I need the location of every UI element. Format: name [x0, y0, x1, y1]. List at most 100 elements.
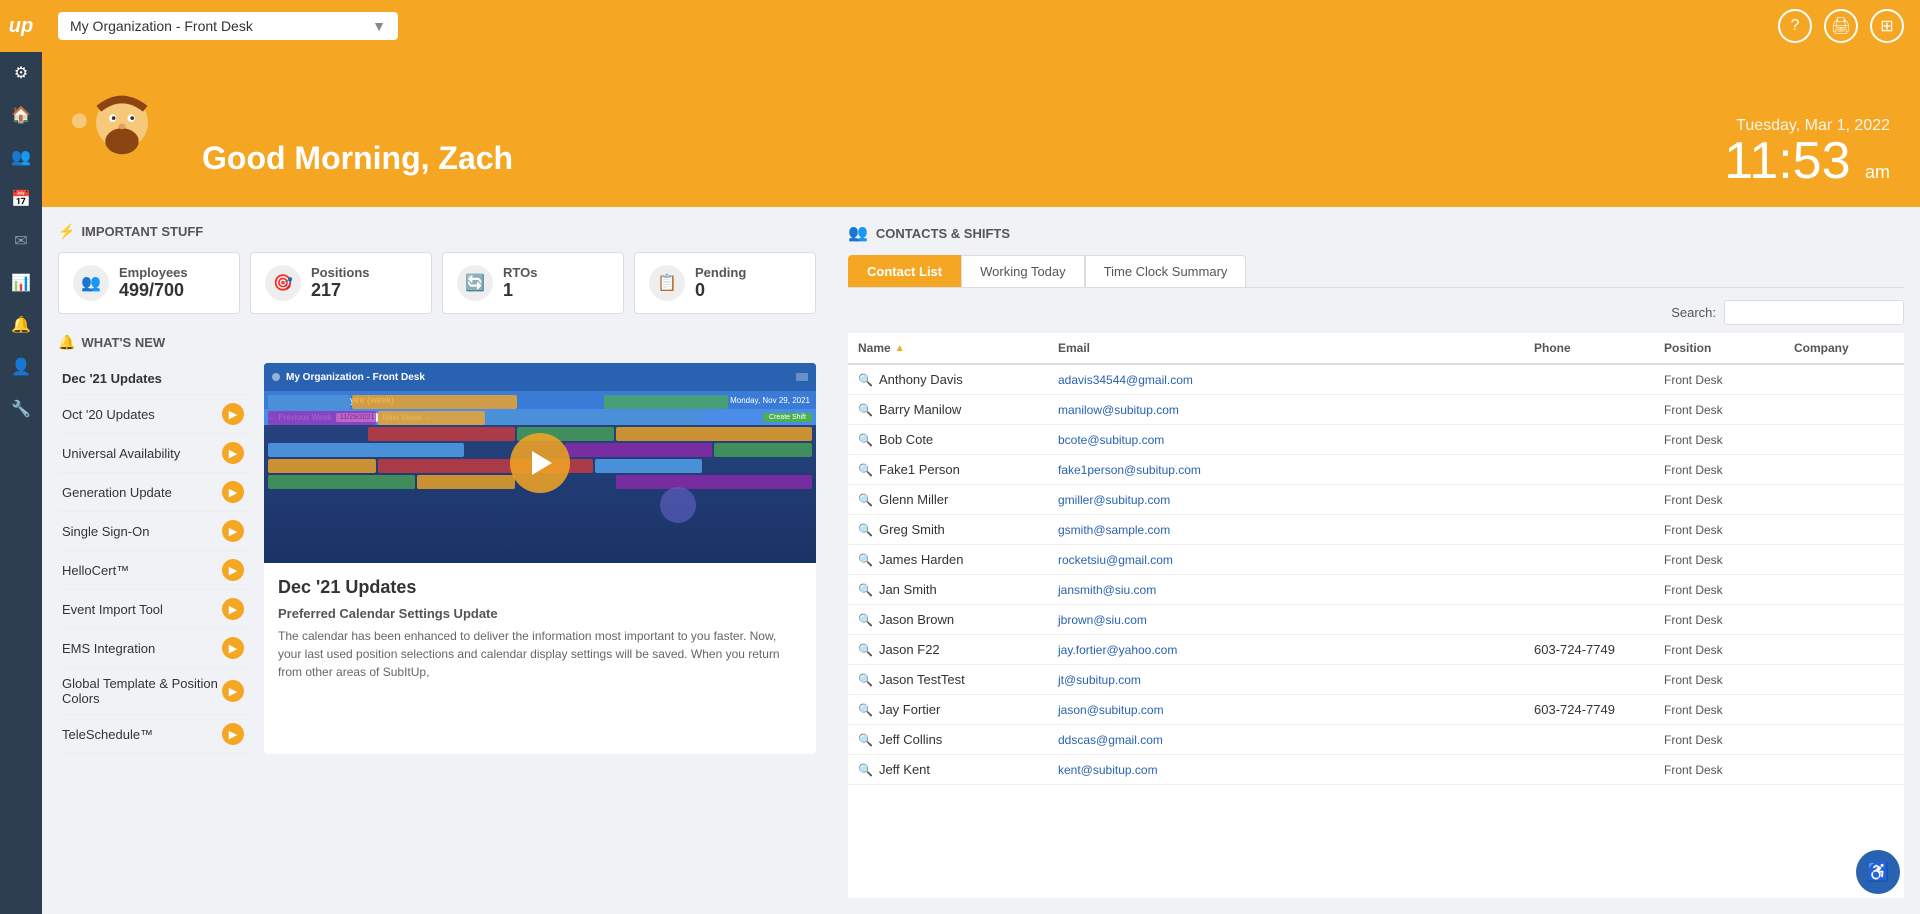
cell-email[interactable]: jansmith@siu.com: [1048, 575, 1524, 604]
sidebar-item-profile[interactable]: 👤: [0, 346, 42, 388]
table-row[interactable]: 🔍 Bob Cote bcote@subitup.com Front Desk: [848, 425, 1904, 455]
cell-name: 🔍 Jay Fortier: [848, 695, 1048, 724]
tab-working-today[interactable]: Working Today: [961, 255, 1085, 287]
cell-email[interactable]: jt@subitup.com: [1048, 665, 1524, 694]
cell-company: [1784, 425, 1904, 454]
news-video[interactable]: My Organization - Front Desk Calendar: B…: [264, 363, 816, 563]
accessibility-icon: ♿: [1867, 862, 1889, 883]
play-button[interactable]: [510, 433, 570, 493]
news-item-oct20[interactable]: Oct '20 Updates ▶: [58, 395, 248, 434]
left-panel: ⚡ IMPORTANT STUFF 👥 Employees 499/700 🎯 …: [42, 207, 832, 914]
question-icon: ?: [1791, 17, 1800, 35]
sidebar-item-tools[interactable]: 🔧: [0, 388, 42, 430]
main-content: My Organization - Front Desk ▼ ? 🖨 ⊞: [42, 0, 1920, 914]
table-row[interactable]: 🔍 James Harden rocketsiu@gmail.com Front…: [848, 545, 1904, 575]
cell-email[interactable]: manilow@subitup.com: [1048, 395, 1524, 424]
tab-time-clock[interactable]: Time Clock Summary: [1085, 255, 1247, 287]
cell-email[interactable]: gsmith@sample.com: [1048, 515, 1524, 544]
table-row[interactable]: 🔍 Jason Brown jbrown@siu.com Front Desk: [848, 605, 1904, 635]
table-row[interactable]: 🔍 Greg Smith gsmith@sample.com Front Des…: [848, 515, 1904, 545]
news-content-body: The calendar has been enhanced to delive…: [278, 627, 802, 681]
cell-name: 🔍 Jeff Collins: [848, 725, 1048, 754]
search-icon: 🔍: [858, 673, 873, 687]
news-item-hellocert[interactable]: HelloCert™ ▶: [58, 551, 248, 590]
table-row[interactable]: 🔍 Anthony Davis adavis34544@gmail.com Fr…: [848, 365, 1904, 395]
cell-company: [1784, 485, 1904, 514]
table-row[interactable]: 🔍 Fake1 Person fake1person@subitup.com F…: [848, 455, 1904, 485]
sidebar-item-home[interactable]: 🏠: [0, 94, 42, 136]
stat-pending[interactable]: 📋 Pending 0: [634, 252, 816, 314]
table-body: 🔍 Anthony Davis adavis34544@gmail.com Fr…: [848, 365, 1904, 898]
stat-employees[interactable]: 👥 Employees 499/700: [58, 252, 240, 314]
news-item-generation-update[interactable]: Generation Update ▶: [58, 473, 248, 512]
col-company[interactable]: Company: [1784, 333, 1904, 363]
cell-email[interactable]: rocketsiu@gmail.com: [1048, 545, 1524, 574]
col-phone[interactable]: Phone: [1524, 333, 1654, 363]
search-label: Search:: [1671, 305, 1716, 320]
accessibility-button[interactable]: ♿: [1856, 850, 1900, 894]
cell-position: Front Desk: [1654, 755, 1784, 784]
table-row[interactable]: 🔍 Jeff Kent kent@subitup.com Front Desk: [848, 755, 1904, 785]
search-icon: 🔍: [858, 403, 873, 417]
cell-email[interactable]: jason@subitup.com: [1048, 695, 1524, 724]
news-item-teleschedule[interactable]: TeleSchedule™ ▶: [58, 715, 248, 754]
sidebar-item-users[interactable]: 👥: [0, 136, 42, 178]
sidebar-item-messages[interactable]: ✉: [0, 220, 42, 262]
cell-name: 🔍 Jan Smith: [848, 575, 1048, 604]
rtos-icon: 🔄: [457, 265, 493, 301]
cell-name: 🔍 Jason F22: [848, 635, 1048, 664]
org-selector[interactable]: My Organization - Front Desk ▼: [58, 12, 398, 40]
print-button[interactable]: 🖨: [1824, 9, 1858, 43]
col-email[interactable]: Email: [1048, 333, 1524, 363]
help-button[interactable]: ?: [1778, 9, 1812, 43]
cell-company: [1784, 545, 1904, 574]
sidebar-item-notifications[interactable]: 🔔: [0, 304, 42, 346]
contacts-icon: 👥: [848, 223, 868, 243]
cell-phone: 603-724-7749: [1524, 635, 1654, 664]
news-item-sso[interactable]: Single Sign-On ▶: [58, 512, 248, 551]
table-row[interactable]: 🔍 Jason TestTest jt@subitup.com Front De…: [848, 665, 1904, 695]
sidebar-item-reports[interactable]: 📊: [0, 262, 42, 304]
news-item-global-template[interactable]: Global Template & Position Colors ▶: [58, 668, 248, 715]
sidebar-item-calendar[interactable]: 📅: [0, 178, 42, 220]
table-row[interactable]: 🔍 Jay Fortier jason@subitup.com 603-724-…: [848, 695, 1904, 725]
table-row[interactable]: 🔍 Jeff Collins ddscas@gmail.com Front De…: [848, 725, 1904, 755]
news-item-dec21[interactable]: Dec '21 Updates: [58, 363, 248, 395]
app-logo[interactable]: up: [0, 0, 42, 52]
cell-email[interactable]: fake1person@subitup.com: [1048, 455, 1524, 484]
table-row[interactable]: 🔍 Barry Manilow manilow@subitup.com Fron…: [848, 395, 1904, 425]
cell-company: [1784, 605, 1904, 634]
col-name[interactable]: Name ▲: [848, 333, 1048, 363]
body-layout: ⚡ IMPORTANT STUFF 👥 Employees 499/700 🎯 …: [42, 207, 1920, 914]
table-row[interactable]: 🔍 Jan Smith jansmith@siu.com Front Desk: [848, 575, 1904, 605]
right-panel: 👥 CONTACTS & SHIFTS Contact List Working…: [832, 207, 1920, 914]
news-item-event-import[interactable]: Event Import Tool ▶: [58, 590, 248, 629]
cell-phone: [1524, 455, 1654, 484]
cell-email[interactable]: kent@subitup.com: [1048, 755, 1524, 784]
cell-email[interactable]: adavis34544@gmail.com: [1048, 365, 1524, 394]
news-text-content: Dec '21 Updates Preferred Calendar Setti…: [264, 563, 816, 695]
news-item-universal-availability[interactable]: Universal Availability ▶: [58, 434, 248, 473]
contacts-tabs: Contact List Working Today Time Clock Su…: [848, 255, 1904, 288]
news-item-ems[interactable]: EMS Integration ▶: [58, 629, 248, 668]
sidebar-item-settings[interactable]: ⚙: [0, 52, 42, 94]
table-row[interactable]: 🔍 Glenn Miller gmiller@subitup.com Front…: [848, 485, 1904, 515]
rtos-label: RTOs: [503, 265, 537, 280]
cell-email[interactable]: jbrown@siu.com: [1048, 605, 1524, 634]
cell-email[interactable]: ddscas@gmail.com: [1048, 725, 1524, 754]
search-input[interactable]: [1724, 300, 1904, 325]
tab-contact-list[interactable]: Contact List: [848, 255, 961, 287]
cell-email[interactable]: jay.fortier@yahoo.com: [1048, 635, 1524, 664]
cell-phone: [1524, 425, 1654, 454]
stat-rtos[interactable]: 🔄 RTOs 1: [442, 252, 624, 314]
search-icon: 🔍: [858, 703, 873, 717]
cell-email[interactable]: gmiller@subitup.com: [1048, 485, 1524, 514]
cell-email[interactable]: bcote@subitup.com: [1048, 425, 1524, 454]
arrow-icon: ▶: [222, 598, 244, 620]
stat-positions[interactable]: 🎯 Positions 217: [250, 252, 432, 314]
cell-phone: [1524, 605, 1654, 634]
table-row[interactable]: 🔍 Jason F22 jay.fortier@yahoo.com 603-72…: [848, 635, 1904, 665]
grid-button[interactable]: ⊞: [1870, 9, 1904, 43]
col-position[interactable]: Position: [1654, 333, 1784, 363]
contacts-section-header: 👥 CONTACTS & SHIFTS: [848, 223, 1904, 243]
